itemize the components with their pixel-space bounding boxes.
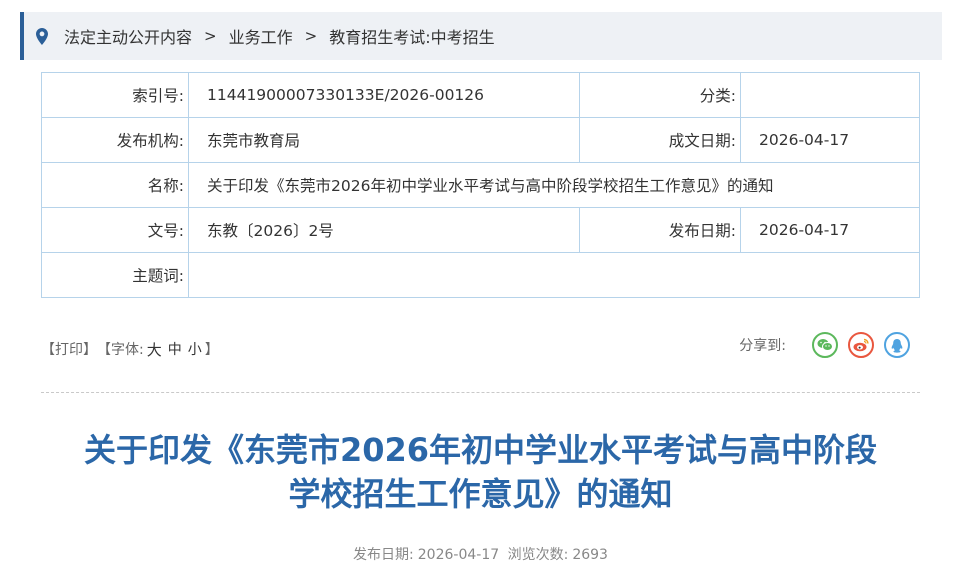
- table-row: 索引号: 11441900007330133E/2026-00126 分类:: [41, 72, 920, 118]
- article-toolbar: 【打印】 【字体: 大 中 小 】 分享到:: [41, 332, 920, 362]
- issuer-value: 东莞市教育局: [188, 117, 580, 163]
- doc-number-value: 东教〔2026〕2号: [188, 207, 580, 253]
- published-date-value: 2026-04-17: [740, 207, 920, 253]
- qq-share-icon[interactable]: [884, 332, 910, 358]
- breadcrumb: 法定主动公开内容 > 业务工作 > 教育招生考试:中考招生: [20, 12, 942, 60]
- article-title: 关于印发《东莞市2026年初中学业水平考试与高中阶段 学校招生工作意见》的通知: [41, 428, 920, 516]
- issuer-label: 发布机构:: [41, 117, 189, 163]
- font-small-button[interactable]: 小: [188, 339, 202, 359]
- share-label: 分享到:: [739, 338, 786, 354]
- breadcrumb-item-public-content[interactable]: 法定主动公开内容: [64, 24, 192, 48]
- table-row: 发布机构: 东莞市教育局 成文日期: 2026-04-17: [41, 117, 920, 163]
- table-row: 主题词:: [41, 252, 920, 298]
- font-size-label: 【字体:: [97, 342, 144, 358]
- font-large-button[interactable]: 大: [147, 339, 162, 360]
- meta-views-label: 浏览次数:: [507, 547, 569, 563]
- breadcrumb-item-exam-enrollment[interactable]: 教育招生考试:中考招生: [329, 24, 494, 48]
- font-size-close: 】: [204, 342, 219, 358]
- table-row: 名称: 关于印发《东莞市2026年初中学业水平考试与高中阶段学校招生工作意见》的…: [41, 162, 920, 208]
- table-row: 文号: 东教〔2026〕2号 发布日期: 2026-04-17: [41, 207, 920, 253]
- doc-number-label: 文号:: [41, 207, 189, 253]
- article-title-line1: 关于印发《东莞市2026年初中学业水平考试与高中阶段: [83, 431, 878, 469]
- keywords-label: 主题词:: [41, 252, 189, 298]
- index-label: 索引号:: [41, 72, 189, 118]
- name-value: 关于印发《东莞市2026年初中学业水平考试与高中阶段学校招生工作意见》的通知: [188, 162, 920, 208]
- category-label: 分类:: [579, 72, 741, 118]
- weibo-share-icon[interactable]: [848, 332, 874, 358]
- category-value: [740, 72, 920, 118]
- location-pin-icon: [36, 26, 50, 46]
- wechat-share-icon[interactable]: [812, 332, 838, 358]
- keywords-value: [188, 252, 920, 298]
- meta-date-value: 2026-04-17: [417, 547, 500, 563]
- index-value: 11441900007330133E/2026-00126: [188, 72, 580, 118]
- meta-date-label: 发布日期:: [353, 547, 414, 563]
- created-date-value: 2026-04-17: [740, 117, 920, 163]
- meta-views-value: 2693: [572, 547, 608, 563]
- font-medium-button[interactable]: 中: [168, 339, 182, 359]
- breadcrumb-separator: >: [304, 27, 318, 45]
- name-label: 名称:: [41, 162, 189, 208]
- article-meta: 发布日期: 2026-04-17 浏览次数: 2693: [41, 544, 920, 564]
- created-date-label: 成文日期:: [579, 117, 741, 163]
- breadcrumb-separator: >: [204, 27, 217, 45]
- share-bar: 分享到:: [739, 332, 910, 358]
- article-title-line2: 学校招生工作意见》的通知: [288, 475, 673, 513]
- print-button[interactable]: 【打印】: [41, 339, 97, 359]
- breadcrumb-item-business-work[interactable]: 业务工作: [229, 24, 293, 48]
- divider: [41, 392, 920, 393]
- published-date-label: 发布日期:: [579, 207, 741, 253]
- document-info-table: 索引号: 11441900007330133E/2026-00126 分类: 发…: [41, 72, 920, 298]
